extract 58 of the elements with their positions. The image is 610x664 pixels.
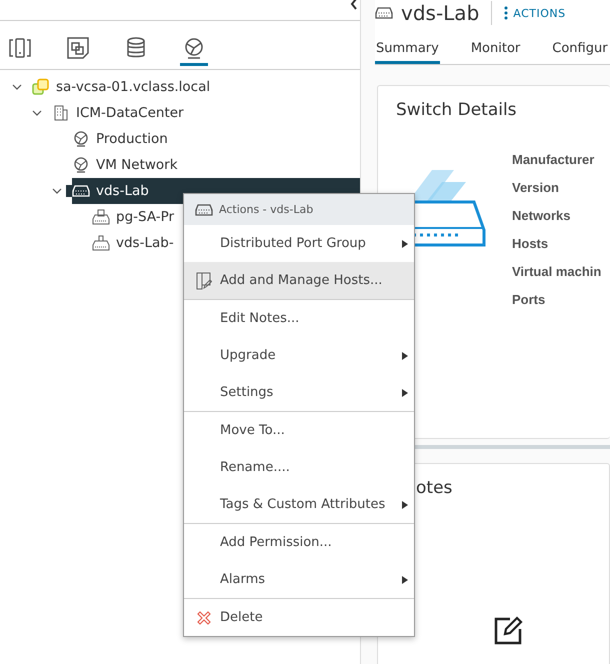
switch-icon [195, 204, 213, 216]
chevron-down-icon[interactable] [32, 110, 42, 116]
menu-item[interactable]: Edit Notes... [184, 300, 414, 337]
tab[interactable]: Summary [375, 41, 440, 64]
menu-item[interactable]: Distributed Port Group [184, 225, 414, 262]
database-icon [126, 37, 146, 59]
tree-item[interactable]: ICM-DataCenter [76, 105, 184, 121]
tree-item[interactable]: vds-Lab- [116, 235, 174, 251]
menu-title: Actions - vds-Lab [219, 203, 314, 216]
hosts-icon [9, 37, 31, 59]
tab[interactable]: Monitor [470, 41, 522, 64]
vms-icon [67, 37, 89, 59]
port-group-icon [92, 209, 110, 225]
detail-label: Virtual machin [512, 264, 602, 281]
switch-icon [375, 6, 393, 18]
chevron-down-icon[interactable] [52, 188, 62, 194]
collapse-icon[interactable] [350, 0, 358, 10]
submenu-arrow-icon [402, 240, 408, 248]
network-icon [73, 157, 89, 173]
detail-label: Version [512, 180, 560, 197]
network-icon [73, 131, 89, 147]
hosts-edit-icon [196, 272, 212, 290]
submenu-arrow-icon [402, 352, 408, 360]
submenu-arrow-icon [402, 500, 408, 508]
menu-item[interactable]: Alarms [184, 561, 414, 598]
detail-label: Manufacturer [512, 152, 596, 169]
tab[interactable]: Configur [551, 41, 609, 64]
menu-item[interactable]: Settings [184, 374, 414, 411]
menu-item[interactable]: Upgrade [184, 337, 414, 374]
menu-item[interactable]: Add Permission... [184, 524, 414, 561]
detail-label: Hosts [512, 236, 550, 253]
network-icon [183, 37, 205, 59]
detail-label: Ports [512, 292, 546, 309]
tree-item[interactable]: VM Network [96, 157, 178, 173]
detail-label: Networks [512, 208, 572, 225]
uplink-icon [92, 235, 110, 251]
menu-item[interactable]: Delete [184, 599, 414, 636]
menu-item[interactable]: Add and Manage Hosts... [184, 262, 414, 299]
submenu-arrow-icon [402, 388, 408, 396]
object-title: vds-Lab [401, 1, 480, 25]
menu-item[interactable]: Move To... [184, 412, 414, 449]
edit-icon[interactable] [492, 614, 524, 646]
card-title: Switch Details [395, 99, 518, 120]
chevron-down-icon[interactable] [12, 84, 22, 90]
building-icon [54, 105, 68, 121]
card-title: otes [415, 477, 454, 498]
delete-icon [197, 610, 211, 624]
menu-item[interactable]: Rename.... [184, 449, 414, 486]
switch-icon [72, 185, 90, 197]
vcenter-icon [32, 78, 50, 96]
menu-item[interactable]: Tags & Custom Attributes [184, 486, 414, 523]
tree-item[interactable]: Production [96, 131, 168, 147]
tree-item[interactable]: pg-SA-Pr [116, 209, 174, 225]
submenu-arrow-icon [402, 576, 408, 584]
tree-item[interactable]: sa-vcsa-01.vclass.local [56, 79, 210, 95]
more-icon [504, 6, 508, 20]
nav-tab[interactable] [180, 37, 208, 66]
actions-button[interactable]: ACTIONS [504, 6, 566, 20]
